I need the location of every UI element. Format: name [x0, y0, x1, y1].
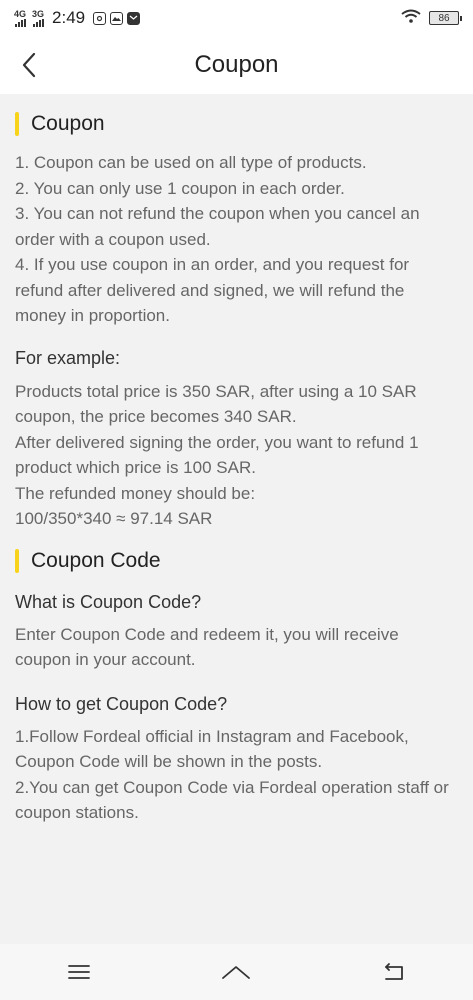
back-icon: [385, 963, 404, 980]
home-icon: [222, 966, 251, 979]
back-button[interactable]: [14, 50, 44, 80]
battery-icon: 86: [429, 11, 462, 25]
network-3g-label: 3G: [32, 8, 45, 19]
status-bar: 4G 3G 2:49 86: [0, 0, 473, 36]
example-line: Products total price is 350 SAR, after u…: [15, 381, 417, 427]
header: Coupon: [0, 36, 473, 94]
back-nav-button[interactable]: [374, 952, 414, 992]
menu-icon: [67, 965, 90, 979]
answer-how-to-get: 1.Follow Fordeal official in Instagram a…: [15, 724, 458, 826]
gallery-icon: [110, 11, 124, 25]
answer-line: 1.Follow Fordeal official in Instagram a…: [15, 726, 409, 772]
signal-4g-icon: 4G: [14, 8, 27, 27]
section-coupon-heading: Coupon: [15, 109, 458, 139]
question-what-is-code: What is Coupon Code?: [15, 591, 202, 612]
mail-icon: [127, 11, 141, 25]
chevron-left-icon: [22, 52, 36, 78]
menu-button[interactable]: [59, 952, 99, 992]
answer-line: 2.You can get Coupon Code via Fordeal op…: [15, 777, 449, 823]
section-accent-bar: [15, 548, 19, 573]
network-4g-label: 4G: [14, 8, 27, 19]
rule-item: 1. Coupon can be used on all type of pro…: [15, 153, 367, 172]
status-time: 2:49: [52, 8, 86, 27]
example-line: 100/350*340 ≈ 97.14 SAR: [15, 509, 213, 528]
example-text: Products total price is 350 SAR, after u…: [15, 379, 458, 532]
coupon-content: Coupon 1. Coupon can be used on all type…: [0, 94, 473, 826]
question-how-to-get: How to get Coupon Code?: [15, 693, 228, 714]
wifi-icon: [401, 9, 421, 28]
section-coupon-code-heading: Coupon Code: [15, 546, 458, 576]
home-button[interactable]: [216, 952, 256, 992]
coupon-rules: 1. Coupon can be used on all type of pro…: [15, 150, 458, 329]
answer-what-is-code: Enter Coupon Code and redeem it, you wil…: [15, 624, 399, 670]
signal-3g-icon: 3G: [32, 8, 45, 27]
section-coupon-title: Coupon: [31, 112, 105, 135]
system-nav-bar: [0, 944, 473, 1000]
section-coupon-code-title: Coupon Code: [31, 548, 161, 572]
example-line: After delivered signing the order, you w…: [15, 432, 419, 478]
page-title: Coupon: [194, 51, 279, 78]
example-line: The refunded money should be:: [15, 483, 256, 503]
rule-item: 3. You can not refund the coupon when yo…: [15, 204, 420, 249]
example-title: For example:: [15, 347, 121, 368]
rule-item: 2. You can only use 1 coupon in each ord…: [15, 178, 345, 198]
rule-item: 4. If you use coupon in an order, and yo…: [15, 255, 410, 325]
section-accent-bar: [15, 112, 19, 136]
instagram-icon: [93, 11, 107, 25]
